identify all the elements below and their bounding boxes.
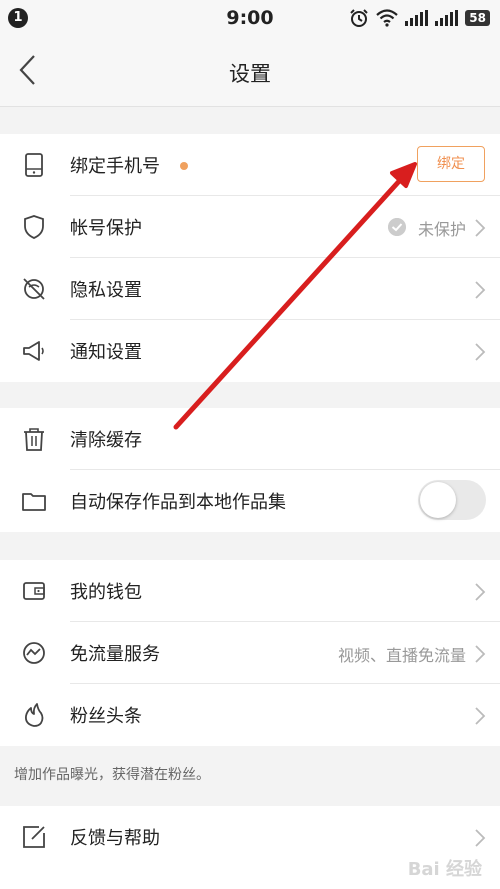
chevron-right-icon (475, 219, 486, 237)
flame-icon (25, 703, 44, 727)
row-notification-settings[interactable]: 通知设置 (0, 320, 500, 382)
row-label: 帐号保护 (70, 218, 142, 239)
row-label: 隐私设置 (70, 280, 142, 301)
fan-headline-note: 增加作品曝光，获得潜在粉丝。 (0, 746, 500, 806)
status-bar: 1 9:00 58 (0, 0, 500, 36)
row-label: 免流量服务 (70, 644, 160, 665)
row-value: 视频、直播免流量 (337, 646, 466, 665)
megaphone-icon (23, 341, 44, 361)
edit-icon (23, 826, 45, 848)
chevron-right-icon (475, 707, 486, 725)
shield-icon (24, 215, 44, 239)
page-title: 设置 (229, 62, 271, 86)
bind-button[interactable]: 绑定 (417, 146, 485, 182)
row-label: 通知设置 (70, 342, 142, 363)
row-free-data-service[interactable]: 免流量服务 视频、直播免流量 (0, 622, 500, 684)
settings-group-account: 绑定手机号 绑定 帐号保护 未保护 隐私设置 通知设置 (0, 134, 500, 382)
row-label: 反馈与帮助 (70, 828, 160, 849)
folder-icon (22, 493, 46, 511)
chevron-right-icon (475, 281, 486, 299)
page-header: 设置 (0, 36, 500, 107)
row-label: 我的钱包 (70, 582, 142, 603)
auto-save-toggle[interactable] (418, 480, 486, 520)
row-account-protection[interactable]: 帐号保护 未保护 (0, 196, 500, 258)
row-bind-phone[interactable]: 绑定手机号 绑定 (0, 134, 500, 196)
row-label: 自动保存作品到本地作品集 (70, 492, 286, 513)
note-text: 增加作品曝光，获得潜在粉丝。 (14, 767, 210, 783)
alarm-icon (350, 9, 369, 27)
red-dot-badge (180, 162, 188, 170)
watermark-logo: Bai 经验 (407, 859, 482, 880)
settings-group-storage: 清除缓存 自动保存作品到本地作品集 (0, 408, 500, 532)
toggle-knob (420, 482, 456, 518)
row-clear-cache[interactable]: 清除缓存 (0, 408, 500, 470)
chevron-right-icon (475, 343, 486, 361)
chevron-right-icon (475, 645, 486, 663)
chevron-right-icon (475, 829, 486, 847)
check-circle-icon (388, 218, 406, 236)
settings-group-services: 我的钱包 免流量服务 视频、直播免流量 粉丝头条 (0, 560, 500, 746)
traffic-icon (23, 642, 45, 664)
signal-icon-1 (405, 10, 429, 26)
row-value: 未保护 (417, 220, 466, 239)
signal-icon-2 (435, 10, 459, 26)
row-label: 粉丝头条 (70, 706, 142, 727)
chevron-right-icon (475, 583, 486, 601)
privacy-icon (23, 278, 45, 300)
wifi-icon (376, 9, 399, 27)
phone-icon (25, 153, 43, 177)
wallet-icon (23, 582, 45, 600)
row-wallet[interactable]: 我的钱包 (0, 560, 500, 622)
trash-icon (24, 428, 44, 451)
battery-indicator: 58 (465, 10, 490, 26)
row-privacy-settings[interactable]: 隐私设置 (0, 258, 500, 320)
row-label: 绑定手机号 (70, 156, 160, 177)
status-icons: 58 (349, 7, 490, 29)
row-auto-save: 自动保存作品到本地作品集 (0, 470, 500, 532)
row-fan-headline[interactable]: 粉丝头条 (0, 684, 500, 746)
row-label: 清除缓存 (70, 430, 142, 451)
